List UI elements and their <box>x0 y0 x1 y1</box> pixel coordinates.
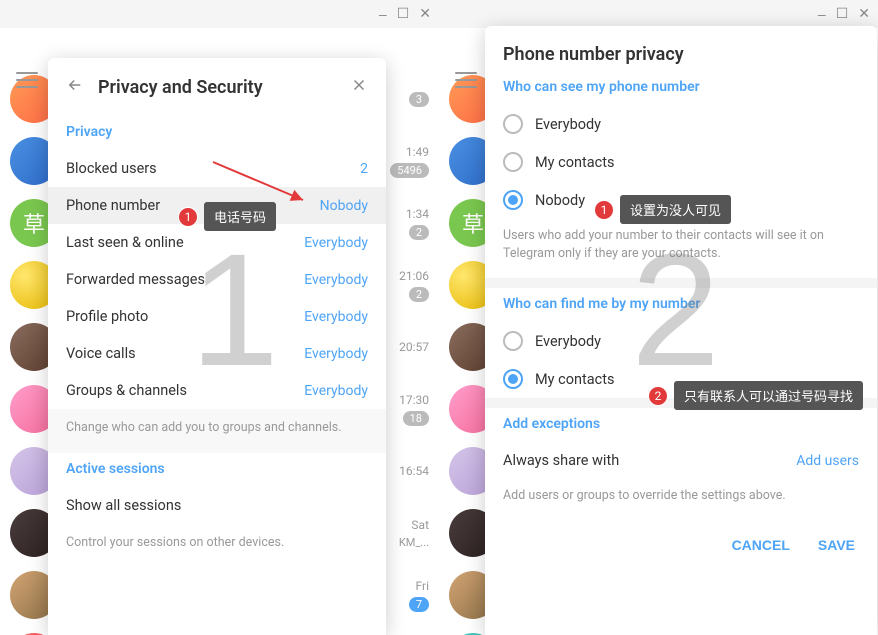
row-voice-calls[interactable]: Voice calls Everybody <box>48 335 386 372</box>
close-icon[interactable] <box>350 76 368 98</box>
row-value: Everybody <box>304 272 368 288</box>
row-always-share[interactable]: Always share with Add users <box>485 442 877 479</box>
row-label: Forwarded messages <box>66 271 205 288</box>
radio-find-everybody[interactable]: Everybody <box>485 322 877 360</box>
annotation-bullet: 1 <box>178 207 198 227</box>
annotation-contacts: 2 只有联系人可以通过号码寻找 <box>648 381 863 410</box>
unread-badge: 5496 <box>390 163 429 178</box>
close-window-icon[interactable]: ✕ <box>419 6 431 23</box>
unread-badge: 2 <box>409 225 429 240</box>
see-note: Users who add your number to their conta… <box>485 219 877 278</box>
unread-badge: 3 <box>409 92 429 107</box>
annotation-label: 只有联系人可以通过号码寻找 <box>674 381 863 410</box>
hamburger-icon[interactable] <box>16 72 38 88</box>
row-groups-channels[interactable]: Groups & channels Everybody <box>48 372 386 409</box>
exceptions-note: Add users or groups to override the sett… <box>485 479 877 521</box>
section-privacy-title: Privacy <box>48 116 386 150</box>
row-value: 2 <box>360 161 368 177</box>
radio-icon <box>503 114 523 134</box>
annotation-phone: 1 电话号码 <box>178 202 276 231</box>
row-value: Everybody <box>304 235 368 251</box>
hamburger-icon[interactable] <box>455 72 477 88</box>
cancel-button[interactable]: CANCEL <box>732 537 790 553</box>
close-window-icon[interactable]: ✕ <box>858 6 870 23</box>
row-value: Nobody <box>320 198 368 214</box>
row-profile-photo[interactable]: Profile photo Everybody <box>48 298 386 335</box>
chat-time: 16:54 <box>399 464 429 478</box>
add-users-link[interactable]: Add users <box>796 453 859 469</box>
sessions-hint: Control your sessions on other devices. <box>48 524 386 568</box>
window-controls: ‒ ☐ ✕ <box>379 6 431 23</box>
modal-title: Privacy and Security <box>98 77 263 98</box>
row-show-sessions[interactable]: Show all sessions <box>48 487 386 524</box>
radio-see-everybody[interactable]: Everybody <box>485 105 877 143</box>
section-find-title: Who can find me by my number <box>485 288 877 322</box>
row-value: Everybody <box>304 309 368 325</box>
maximize-icon[interactable]: ☐ <box>836 6 849 23</box>
chat-time: Sat <box>411 518 429 532</box>
chat-time: 17:30 <box>399 393 429 407</box>
radio-see-contacts[interactable]: My contacts <box>485 143 877 181</box>
radio-icon <box>503 331 523 351</box>
radio-label: Everybody <box>535 116 601 133</box>
row-label: Always share with <box>503 452 619 469</box>
row-value: Everybody <box>304 383 368 399</box>
save-button[interactable]: SAVE <box>818 537 855 553</box>
radio-icon <box>503 369 523 389</box>
row-forwarded-messages[interactable]: Forwarded messages Everybody <box>48 261 386 298</box>
annotation-nobody: 1 设置为没人可见 <box>594 195 731 224</box>
chat-time: Fri <box>416 579 429 593</box>
section-exceptions-title: Add exceptions <box>485 408 877 442</box>
left-pane: ‒ ☐ ✕ 3 1:495496 草1:342 21:062 20:57 17:… <box>0 0 439 635</box>
minimize-icon[interactable]: ‒ <box>818 6 826 23</box>
row-value: Everybody <box>304 346 368 362</box>
radio-label: My contacts <box>535 371 614 388</box>
chat-time: 20:57 <box>399 340 429 354</box>
unread-badge: 2 <box>409 287 429 302</box>
row-label: Show all sessions <box>66 497 181 514</box>
radio-label: My contacts <box>535 154 614 171</box>
unread-badge: 18 <box>403 411 429 426</box>
row-label: Blocked users <box>66 160 157 177</box>
privacy-security-modal: Privacy and Security Privacy Blocked use… <box>48 58 386 635</box>
phone-privacy-modal: Phone number privacy Who can see my phon… <box>485 26 877 635</box>
row-label: Last seen & online <box>66 234 184 251</box>
row-label: Voice calls <box>66 345 136 362</box>
minimize-icon[interactable]: ‒ <box>379 6 387 23</box>
radio-icon <box>503 190 523 210</box>
radio-label: Everybody <box>535 333 601 350</box>
section-sessions-title: Active sessions <box>48 453 386 487</box>
right-pane: ‒ ☐ ✕ 3 1:495496 草1:342 21:062 20:57 17:… <box>439 0 878 635</box>
unread-badge: 7 <box>409 597 429 612</box>
privacy-hint: Change who can add you to groups and cha… <box>48 409 386 453</box>
annotation-label: 电话号码 <box>204 202 276 231</box>
radio-label: Nobody <box>535 192 585 209</box>
radio-icon <box>503 152 523 172</box>
annotation-bullet: 1 <box>594 200 614 220</box>
section-see-title: Who can see my phone number <box>485 71 877 105</box>
maximize-icon[interactable]: ☐ <box>397 6 410 23</box>
back-icon[interactable] <box>66 76 84 98</box>
modal-title: Phone number privacy <box>503 44 684 65</box>
row-label: Profile photo <box>66 308 148 325</box>
row-label: Phone number <box>66 197 160 214</box>
row-label: Groups & channels <box>66 382 187 399</box>
chat-time: 1:34 <box>406 207 429 221</box>
window-controls: ‒ ☐ ✕ <box>818 6 870 23</box>
annotation-bullet: 2 <box>648 386 668 406</box>
chat-time: 21:06 <box>399 269 429 283</box>
chat-time: 1:49 <box>406 145 429 159</box>
annotation-label: 设置为没人可见 <box>620 195 731 224</box>
